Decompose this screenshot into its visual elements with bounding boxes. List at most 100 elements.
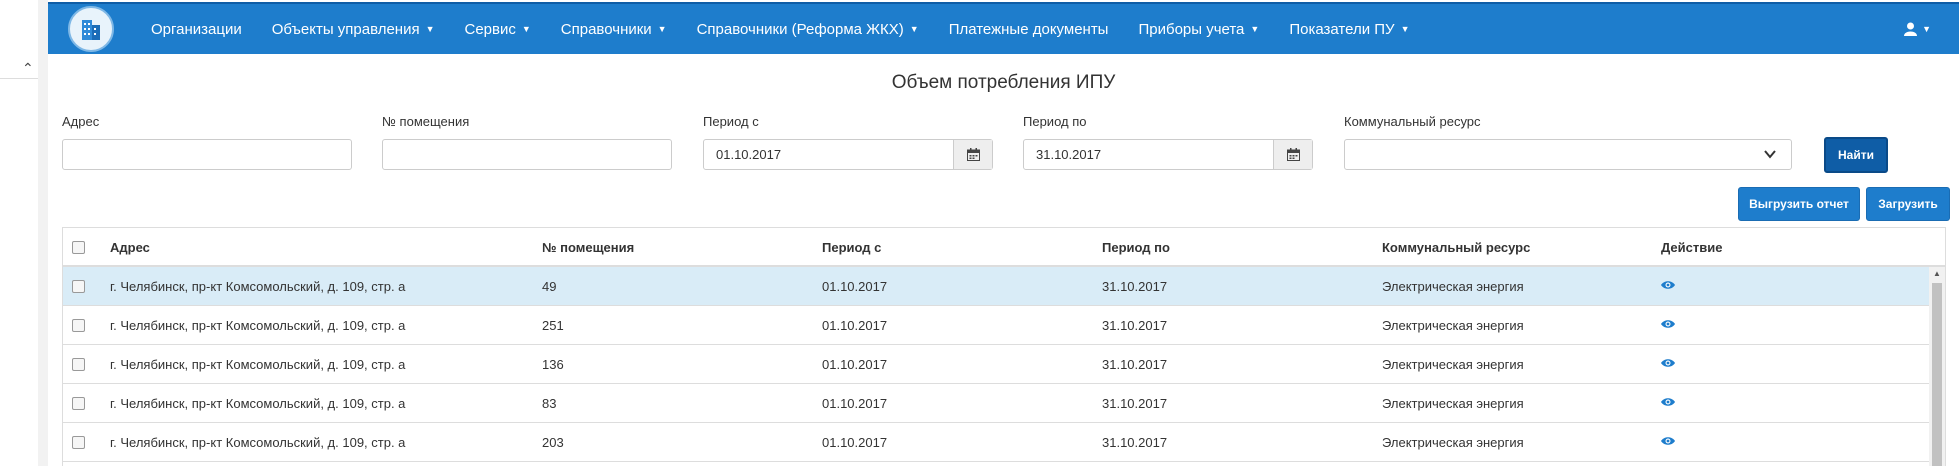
user-icon [1904,22,1918,36]
cell-address: г. Челябинск, пр-кт Комсомольский, д. 10… [110,396,406,411]
nav-item-label: Справочники (Реформа ЖКХ) [696,20,904,38]
user-menu[interactable]: ▼ [1904,4,1931,54]
cell-period-to: 31.10.2017 [1102,357,1168,372]
cell-period-from: 01.10.2017 [822,435,888,450]
cell-address: г. Челябинск, пр-кт Комсомольский, д. 10… [110,318,406,333]
cell-address: г. Челябинск, пр-кт Комсомольский, д. 10… [110,279,406,294]
cell-resource: Электрическая энергия [1382,279,1524,294]
cell-room: 83 [542,396,557,411]
view-eye-icon[interactable] [1661,397,1675,407]
caret-down-icon: ▼ [1250,24,1260,34]
header-period-from[interactable]: Период с [822,240,881,255]
room-input[interactable] [382,139,672,170]
row-checkbox[interactable] [72,280,85,293]
chevron-down-icon [1764,150,1776,159]
calendar-icon[interactable] [1273,140,1312,169]
scroll-up-icon[interactable]: ▲ [1933,269,1941,278]
view-eye-icon[interactable] [1661,319,1675,329]
header-resource[interactable]: Коммунальный ресурс [1382,240,1530,255]
cell-period-to: 31.10.2017 [1102,279,1168,294]
caret-down-icon: ▼ [521,24,531,34]
view-eye-icon[interactable] [1661,436,1675,446]
find-button[interactable]: Найти [1824,137,1888,173]
data-table: Адрес № помещения Период с Период по Ком… [62,227,1946,466]
caret-down-icon: ▼ [1400,24,1410,34]
scrollbar-thumb[interactable] [1932,283,1942,466]
cell-address: г. Челябинск, пр-кт Комсомольский, д. 10… [110,357,406,372]
period-to-label: Период по [1023,114,1087,129]
table-scrollbar[interactable]: ▲ [1929,267,1945,466]
caret-down-icon: ▼ [657,24,667,34]
nav-item-0[interactable]: Организации [136,4,257,54]
navbar: Организации Объекты управления ▼ Сервис ▼ Спр… [48,2,1959,54]
period-from-value[interactable]: 01.10.2017 [704,140,953,169]
header-address[interactable]: Адрес [110,240,150,255]
period-to-value[interactable]: 31.10.2017 [1024,140,1273,169]
table-row[interactable]: г. Челябинск, пр-кт Комсомольский, д. 10… [63,267,1929,306]
period-to-field[interactable]: 31.10.2017 [1023,139,1313,170]
resource-label: Коммунальный ресурс [1344,114,1481,129]
nav-menu: Организации Объекты управления ▼ Сервис ▼ Спр… [136,4,1424,54]
cell-period-from: 01.10.2017 [822,279,888,294]
resource-select[interactable] [1344,139,1792,170]
cell-resource: Электрическая энергия [1382,318,1524,333]
cell-resource: Электрическая энергия [1382,396,1524,411]
nav-item-label: Справочники [560,20,652,38]
cell-room: 49 [542,279,557,294]
nav-item-label: Объекты управления [271,20,420,38]
period-from-field[interactable]: 01.10.2017 [703,139,993,170]
caret-down-icon: ▼ [425,24,435,34]
cell-period-to: 31.10.2017 [1102,396,1168,411]
table-row[interactable]: г. Челябинск, пр-кт Комсомольский, д. 10… [63,423,1929,462]
cell-room: 203 [542,435,564,450]
table-row[interactable]: г. Челябинск, пр-кт Комсомольский, д. 10… [63,384,1929,423]
cell-period-from: 01.10.2017 [822,357,888,372]
table-header: Адрес № помещения Период с Период по Ком… [63,228,1945,267]
nav-item-label: Показатели ПУ [1289,20,1395,38]
cell-period-from: 01.10.2017 [822,396,888,411]
divider [0,78,38,79]
address-input[interactable] [62,139,352,170]
nav-item-6[interactable]: Приборы учета ▼ [1123,4,1274,54]
header-period-to[interactable]: Период по [1102,240,1170,255]
nav-item-label: Сервис [464,20,516,38]
nav-item-5[interactable]: Платежные документы [934,4,1124,54]
left-panel: ⌃ [0,0,38,466]
nav-item-2[interactable]: Сервис ▼ [450,4,546,54]
nav-item-3[interactable]: Справочники ▼ [546,4,682,54]
room-label: № помещения [382,114,470,129]
table-row[interactable]: г. Челябинск, пр-кт Комсомольский, д. 10… [63,345,1929,384]
main-area: Организации Объекты управления ▼ Сервис ▼ Спр… [48,0,1959,466]
table-row[interactable]: г. Челябинск, пр-кт Комсомольский, д. 10… [63,306,1929,345]
calendar-icon[interactable] [953,140,992,169]
cell-period-to: 31.10.2017 [1102,435,1168,450]
period-from-label: Период с [703,114,759,129]
nav-item-7[interactable]: Показатели ПУ ▼ [1274,4,1424,54]
upload-button[interactable]: Загрузить [1866,187,1950,221]
cell-period-to: 31.10.2017 [1102,318,1168,333]
nav-item-label: Приборы учета [1138,20,1245,38]
page-title: Объем потребления ИПУ [891,72,1116,93]
select-all-checkbox[interactable] [72,241,85,254]
logo-icon[interactable] [68,6,114,52]
caret-down-icon: ▼ [1922,24,1931,34]
row-checkbox[interactable] [72,358,85,371]
chevron-up-icon[interactable]: ⌃ [22,60,34,77]
nav-item-1[interactable]: Объекты управления ▼ [257,4,450,54]
header-room[interactable]: № помещения [542,240,634,255]
export-report-button[interactable]: Выгрузить отчет [1738,187,1860,221]
view-eye-icon[interactable] [1661,280,1675,290]
nav-item-4[interactable]: Справочники (Реформа ЖКХ) ▼ [682,4,934,54]
row-checkbox[interactable] [72,319,85,332]
cell-room: 251 [542,318,564,333]
cell-period-from: 01.10.2017 [822,318,888,333]
row-checkbox[interactable] [72,397,85,410]
cell-room: 136 [542,357,564,372]
header-action: Действие [1661,240,1723,255]
nav-item-label: Организации [151,20,242,38]
row-checkbox[interactable] [72,436,85,449]
cell-resource: Электрическая энергия [1382,357,1524,372]
caret-down-icon: ▼ [909,24,919,34]
cell-resource: Электрическая энергия [1382,435,1524,450]
view-eye-icon[interactable] [1661,358,1675,368]
